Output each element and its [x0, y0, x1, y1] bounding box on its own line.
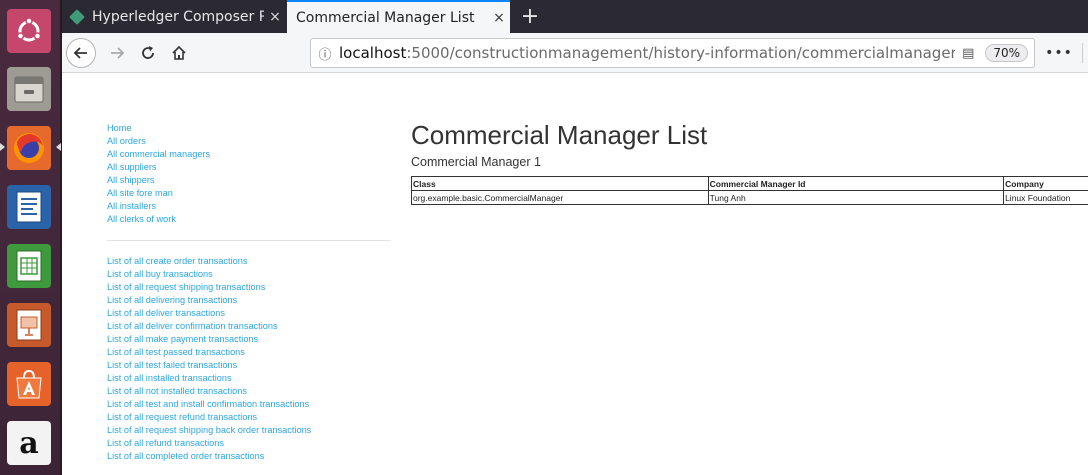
sidebar-link-list-of-all-test-failed-transactions[interactable]: List of all test failed transactions [107, 359, 390, 372]
url-path: :5000/constructionmanagement/history-inf… [406, 44, 956, 62]
sidebar-link-all-orders[interactable]: All orders [107, 135, 390, 148]
page-actions-menu-icon[interactable]: ••• [1044, 38, 1074, 68]
url-host: localhost [339, 44, 407, 62]
reload-button[interactable] [133, 38, 163, 68]
sidebar-link-list-of-all-request-shipping-back-order-transactions[interactable]: List of all request shipping back order … [107, 424, 390, 437]
sidebar-nav: Home All orders All commercial managers All… [107, 122, 390, 463]
sidebar-entities-group: Home All orders All commercial managers All… [107, 122, 390, 226]
firefox-focus-indicator [56, 143, 61, 151]
navigation-bar: ⓘ localhost:5000/constructionmanagement/… [62, 33, 1088, 73]
sidebar-link-all-installers[interactable]: All installers [107, 200, 390, 213]
sidebar-transactions-group: List of all create order transactions Lis… [107, 255, 390, 463]
sidebar-link-list-of-all-completed-order-transactions[interactable]: List of all completed order transactions [107, 450, 390, 463]
sidebar-separator [107, 240, 390, 241]
main-content: Commercial Manager List Commercial Manag… [411, 120, 1088, 205]
software-center-launcher-button[interactable] [3, 358, 55, 410]
tab-title: Hyperledger Composer P [92, 8, 264, 25]
sidebar-link-home[interactable]: Home [107, 122, 390, 135]
writer-icon [7, 185, 51, 229]
url-bar[interactable]: ⓘ localhost:5000/constructionmanagement/… [310, 38, 1035, 68]
firefox-launcher-button[interactable] [3, 122, 55, 174]
cell-commercial-manager-id: Tung Anh [707, 190, 1005, 205]
sidebar-link-list-of-all-request-shipping-transactions[interactable]: List of all request shipping transaction… [107, 281, 390, 294]
column-header-class: Class [411, 176, 709, 191]
column-header-company: Company [1003, 176, 1088, 191]
tab-strip: Hyperledger Composer P × Commercial Mana… [62, 0, 1088, 33]
sidebar-link-list-of-all-delivering-transactions[interactable]: List of all delivering transactions [107, 294, 390, 307]
ubuntu-dash-button[interactable] [3, 5, 55, 57]
writer-launcher-button[interactable] [3, 181, 55, 233]
amazon-letter: a [19, 425, 39, 461]
sidebar-link-all-shippers[interactable]: All shippers [107, 174, 390, 187]
sidebar-link-all-suppliers[interactable]: All suppliers [107, 161, 390, 174]
ubuntu-icon [7, 9, 51, 53]
composer-favicon-icon [69, 8, 85, 25]
calc-launcher-button[interactable] [3, 240, 55, 292]
sidebar-link-all-clerks-of-work[interactable]: All clerks of work [107, 213, 390, 226]
home-icon [172, 45, 186, 60]
forward-arrow-icon [111, 47, 125, 59]
cell-company: Linux Foundation [1003, 190, 1088, 205]
zoom-level-badge[interactable]: 70% [985, 44, 1028, 62]
impress-launcher-button[interactable] [3, 299, 55, 351]
sidebar-link-list-of-all-installed-transactions[interactable]: List of all installed transactions [107, 372, 390, 385]
forward-button[interactable] [102, 38, 132, 68]
sidebar-link-list-of-all-test-passed-transactions[interactable]: List of all test passed transactions [107, 346, 390, 359]
firefox-active-indicator [0, 143, 5, 151]
sidebar-link-list-of-all-test-and-install-confirmation-transactions[interactable]: List of all test and install confirmatio… [107, 398, 390, 411]
sidebar-link-list-of-all-deliver-transactions[interactable]: List of all deliver transactions [107, 307, 390, 320]
column-header-commercial-manager-id: Commercial Manager Id [707, 176, 1005, 191]
back-arrow-icon [73, 47, 87, 59]
reader-view-icon[interactable]: ▤ [955, 46, 981, 61]
amazon-launcher-button[interactable]: a [3, 417, 55, 469]
sidebar-link-list-of-all-not-installed-transactions[interactable]: List of all not installed transactions [107, 385, 390, 398]
page-subtitle: Commercial Manager 1 [411, 155, 541, 169]
reload-icon [142, 46, 154, 59]
tab-commercial-manager-list[interactable]: Commercial Manager List × [287, 0, 510, 33]
tab-close-icon[interactable]: × [488, 10, 510, 26]
cell-class: org.example.basic.CommercialManager [411, 190, 709, 205]
sidebar-link-all-site-fore-man[interactable]: All site fore man [107, 187, 390, 200]
sidebar-link-list-of-all-request-refund-transactions[interactable]: List of all request refund transactions [107, 411, 390, 424]
new-tab-button[interactable]: + [515, 0, 545, 33]
toolbar-separator [1082, 43, 1083, 63]
tab-close-icon[interactable]: × [264, 9, 286, 25]
sidebar-link-list-of-all-make-payment-transactions[interactable]: List of all make payment transactions [107, 333, 390, 346]
firefox-icon [7, 126, 51, 170]
commercial-manager-table: Class Commercial Manager Id Company org.… [411, 176, 1088, 205]
page-title: Commercial Manager List [411, 120, 708, 150]
url-text[interactable]: localhost:5000/constructionmanagement/hi… [339, 44, 955, 62]
software-center-icon [7, 362, 51, 406]
tab-title: Commercial Manager List [296, 9, 475, 26]
page-content: Home All orders All commercial managers All… [62, 74, 1088, 475]
files-launcher-button[interactable] [3, 63, 55, 115]
back-button[interactable] [66, 38, 96, 68]
tab-hyperledger-composer[interactable]: Hyperledger Composer P × [62, 0, 286, 33]
home-button[interactable] [164, 38, 194, 68]
sidebar-link-all-commercial-managers[interactable]: All commercial managers [107, 148, 390, 161]
files-icon [7, 67, 51, 111]
impress-icon [7, 303, 51, 347]
ubuntu-launcher: a [0, 0, 62, 475]
sidebar-link-list-of-all-deliver-confirmation-transactions[interactable]: List of all deliver confirmation transac… [107, 320, 390, 333]
amazon-icon: a [7, 421, 51, 465]
table-header-row: Class Commercial Manager Id Company [411, 176, 1088, 191]
table-row: org.example.basic.CommercialManager Tung… [411, 190, 1088, 205]
site-info-icon[interactable]: ⓘ [311, 44, 339, 63]
sidebar-link-list-of-all-create-order-transactions[interactable]: List of all create order transactions [107, 255, 390, 268]
calc-icon [7, 244, 51, 288]
sidebar-link-list-of-all-buy-transactions[interactable]: List of all buy transactions [107, 268, 390, 281]
sidebar-link-list-of-all-refund-transactions[interactable]: List of all refund transactions [107, 437, 390, 450]
